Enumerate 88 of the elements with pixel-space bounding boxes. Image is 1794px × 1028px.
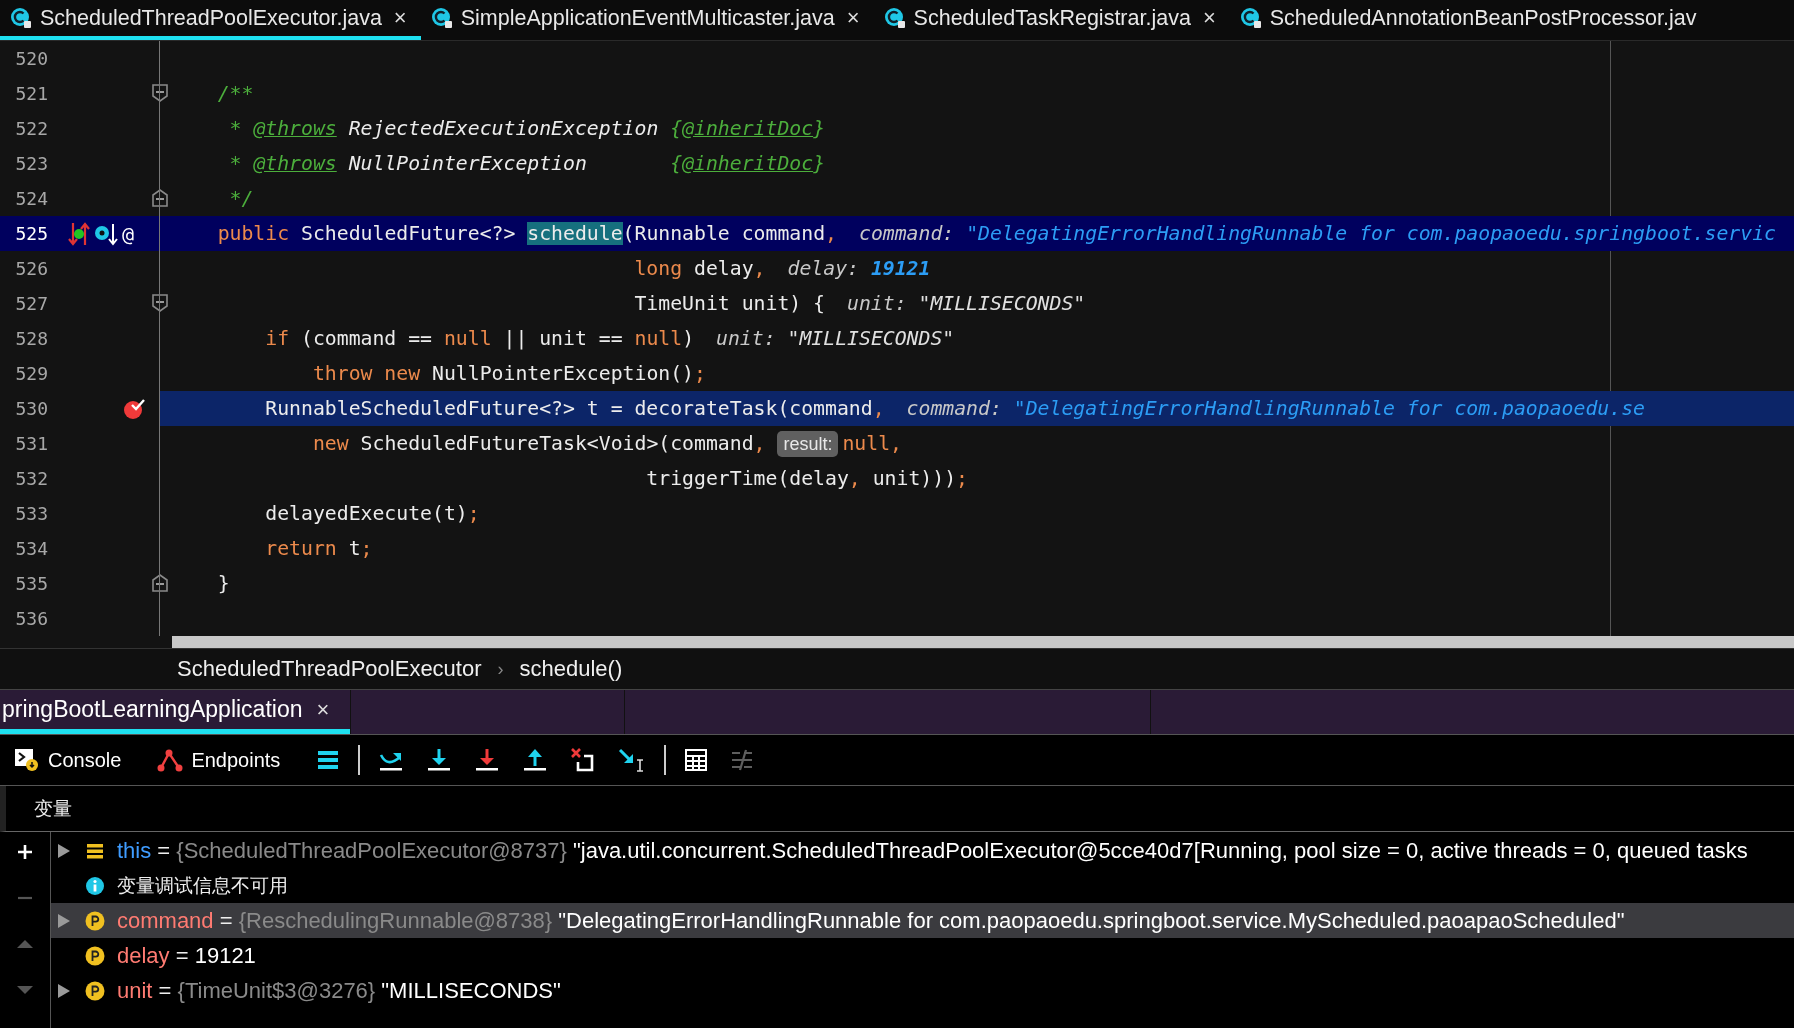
editor-tab[interactable]: ScheduledTaskRegistrar.java × bbox=[873, 0, 1230, 40]
expand-arrow-icon[interactable] bbox=[57, 982, 71, 999]
info-icon bbox=[85, 875, 105, 896]
breadcrumb-separator: › bbox=[497, 658, 504, 680]
variable-row[interactable]: command = {ReschedulingRunnable@8738} "DelegatingErrorHandlingRunnable for com.paopaoedu.springboot.service.MyScheduled.paoapaoScheduled" bbox=[51, 903, 1794, 938]
list-icon[interactable] bbox=[316, 748, 341, 772]
code-text: delayedExecute(t); bbox=[264, 502, 480, 525]
class-file-icon bbox=[883, 7, 906, 29]
info-message: 变量调试信息不可用 bbox=[117, 873, 288, 898]
editor-tab[interactable]: SimpleApplicationEventMulticaster.java × bbox=[420, 0, 874, 40]
fold-marker-icon[interactable] bbox=[151, 573, 169, 593]
code-text: } bbox=[216, 572, 230, 595]
inline-value-hint: unit: "MILLISECONDS" bbox=[716, 327, 955, 350]
line-number: 527 bbox=[14, 293, 48, 314]
code-text: null, bbox=[842, 432, 902, 455]
step-out-icon[interactable] bbox=[522, 747, 549, 773]
code-text: throw new NullPointerException(); bbox=[311, 362, 706, 385]
line-number: 526 bbox=[14, 258, 48, 279]
variable-row[interactable]: unit = {TimeUnit$3@3276} "MILLISECONDS" bbox=[51, 973, 1794, 1008]
line-number: 530 bbox=[14, 398, 48, 419]
fold-marker-icon[interactable] bbox=[151, 188, 169, 208]
class-file-icon bbox=[10, 7, 32, 29]
line-number: 520 bbox=[14, 48, 48, 69]
close-button[interactable]: × bbox=[1202, 5, 1216, 31]
inline-value-hint: unit: "MILLISECONDS" bbox=[847, 292, 1086, 315]
implements-icon[interactable] bbox=[68, 220, 90, 247]
variable-row[interactable]: this = {ScheduledThreadPoolExecutor@8737} "java.util.concurrent.ScheduledThreadPoolExecutor@5cce40d7[Running, pool size = 0, active threads = 0, queued tasks bbox=[51, 833, 1794, 868]
code-text: long delay, bbox=[633, 257, 766, 280]
line-number: 524 bbox=[14, 188, 48, 209]
parameter-icon bbox=[85, 945, 105, 966]
calculator-icon[interactable] bbox=[684, 748, 709, 772]
line-number: 531 bbox=[14, 433, 48, 454]
line-number: 529 bbox=[14, 363, 48, 384]
console-icon bbox=[14, 747, 40, 773]
breadcrumb[interactable]: ScheduledThreadPoolExecutor bbox=[177, 656, 482, 682]
code-text: if (command == null || unit == null) bbox=[264, 327, 695, 350]
add-icon[interactable] bbox=[16, 843, 34, 861]
line-number: 521 bbox=[14, 83, 48, 104]
toolbar-button[interactable]: Endpoints bbox=[153, 745, 285, 775]
fold-marker-icon[interactable] bbox=[151, 293, 169, 313]
code-text: new ScheduledFutureTask<Void>(command, bbox=[311, 432, 767, 455]
parameter-icon bbox=[85, 980, 105, 1001]
toolbar-button[interactable]: Console bbox=[10, 745, 126, 775]
editor-tab[interactable]: ScheduledAnnotationBeanPostProcessor.jav bbox=[1229, 0, 1711, 40]
breadcrumb[interactable]: schedule() bbox=[519, 656, 623, 682]
code-text: * @throws RejectedExecutionException {@inheritDoc} bbox=[228, 117, 826, 140]
fold-marker-icon[interactable] bbox=[151, 83, 169, 103]
code-text: /** bbox=[216, 82, 254, 105]
parameter-hint: result: bbox=[777, 430, 839, 457]
expand-arrow-icon[interactable] bbox=[57, 912, 71, 929]
code-text: */ bbox=[228, 187, 254, 210]
close-button[interactable]: × bbox=[846, 5, 860, 31]
expand-arrow-icon[interactable] bbox=[57, 842, 71, 859]
code-text: public ScheduledFuture<?> schedule(Runnable command, bbox=[216, 222, 837, 245]
code-text: TimeUnit unit) { bbox=[633, 292, 825, 315]
class-file-icon bbox=[1239, 7, 1262, 29]
step-into-icon[interactable] bbox=[426, 747, 453, 773]
code-text: return t; bbox=[264, 537, 373, 560]
variable-row[interactable]: delay = 19121 bbox=[51, 938, 1794, 973]
inline-value-hint: delay: 19121 bbox=[787, 257, 931, 280]
close-button[interactable]: × bbox=[393, 5, 407, 31]
line-number: 532 bbox=[14, 468, 48, 489]
line-number: 536 bbox=[14, 608, 48, 629]
annotation-marker[interactable]: @ bbox=[122, 221, 135, 246]
endpoints-icon bbox=[157, 747, 184, 773]
line-number: 525 bbox=[14, 223, 48, 244]
line-number: 534 bbox=[14, 538, 48, 559]
step-into-icon[interactable] bbox=[474, 747, 501, 773]
variable-entry: this = {ScheduledThreadPoolExecutor@8737} "java.util.concurrent.ScheduledThreadPoolExecutor@5cce40d7[Running, pool size = 0, active threads = 0, queued tasks bbox=[117, 837, 1748, 864]
variable-entry: command = {ReschedulingRunnable@8738} "DelegatingErrorHandlingRunnable for com.paopaoedu.springboot.service.MyScheduled.paoapaoScheduled" bbox=[117, 907, 1625, 934]
line-number: 528 bbox=[14, 328, 48, 349]
variable-row[interactable]: 变量调试信息不可用 bbox=[51, 868, 1794, 903]
class-file-icon bbox=[430, 7, 453, 29]
horizontal-scrollbar[interactable] bbox=[172, 636, 1794, 648]
code-text: * @throws NullPointerException {@inheritDoc} bbox=[228, 152, 826, 175]
variable-entry: delay = 19121 bbox=[117, 942, 256, 969]
inline-value-hint: command: "DelegatingErrorHandlingRunnable for com.paopaoedu.springboot.servic bbox=[858, 222, 1776, 245]
line-number: 522 bbox=[14, 118, 48, 139]
variable-entry: unit = {TimeUnit$3@3276} "MILLISECONDS" bbox=[117, 977, 561, 1004]
close-button[interactable]: × bbox=[316, 696, 330, 723]
line-number: 535 bbox=[14, 573, 48, 594]
code-text: RunnableScheduledFuture<?> t = decorateTask(command, bbox=[264, 397, 885, 420]
parameter-icon bbox=[85, 910, 105, 931]
inline-value-hint: command: "DelegatingErrorHandlingRunnable for com.paopaoedu.se bbox=[906, 397, 1645, 420]
panel-title: 变量 bbox=[34, 796, 72, 821]
line-number: 533 bbox=[14, 503, 48, 524]
code-text: triggerTime(delay, unit))); bbox=[645, 467, 968, 490]
line-number: 523 bbox=[14, 153, 48, 174]
